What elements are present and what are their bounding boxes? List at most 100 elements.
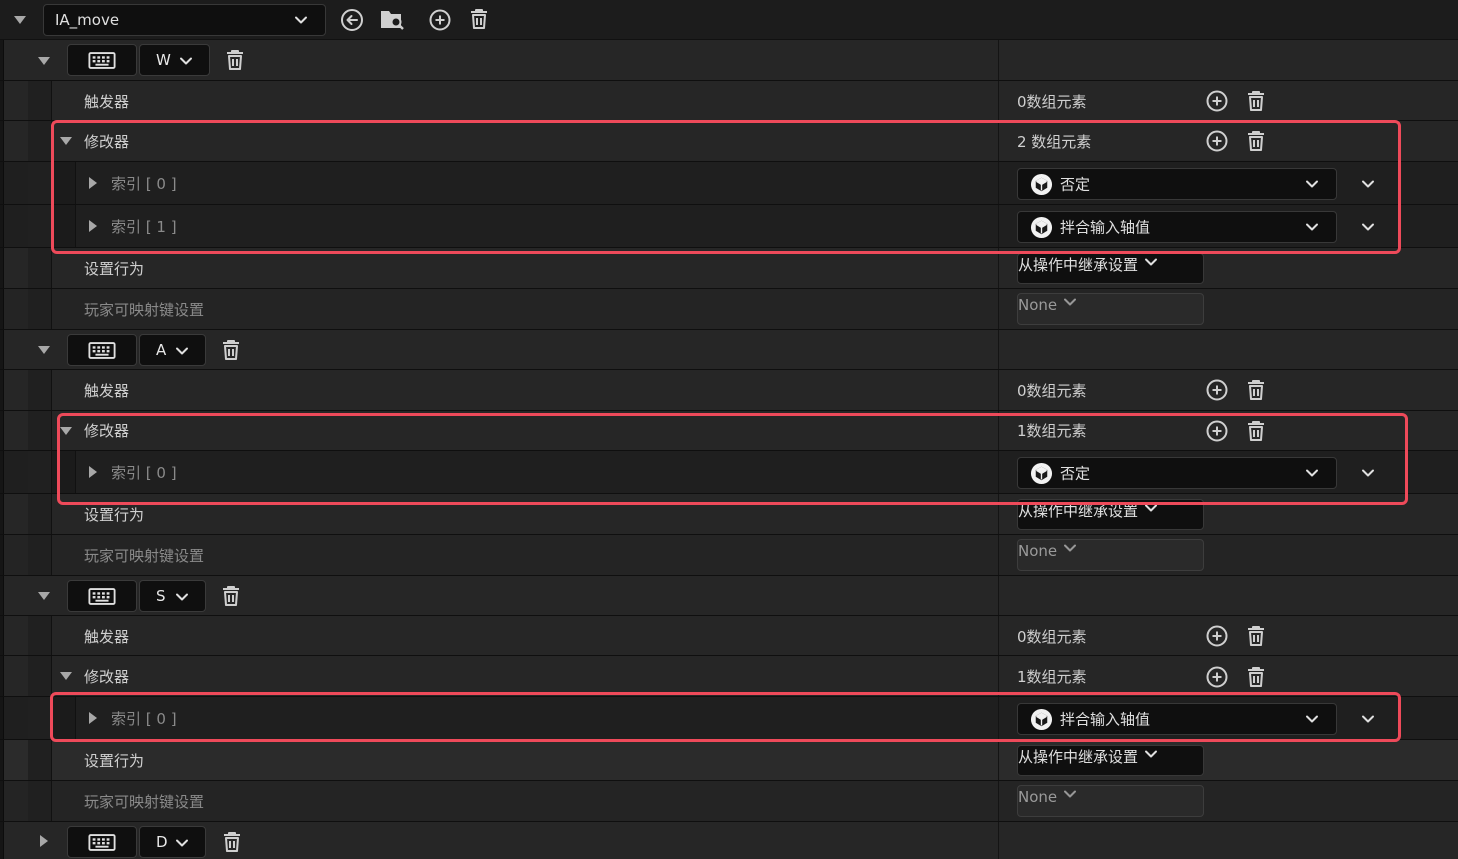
action-header-row: IA_move xyxy=(0,0,1458,40)
setting-behavior-value: 从操作中继承设置 xyxy=(1018,502,1139,520)
modifier-class-dropdown[interactable]: 拌合输入轴值 xyxy=(1017,703,1337,735)
setting-behavior-row: 设置行为 从操作中继承设置 xyxy=(0,494,1458,535)
key-capture-button[interactable] xyxy=(67,826,137,858)
cube-icon xyxy=(1030,462,1053,485)
modifiers-row: 修改器 1数组元素 xyxy=(0,411,1458,451)
add-modifier-icon[interactable] xyxy=(1205,129,1229,153)
cube-icon xyxy=(1030,708,1053,731)
expand-arrow-icon[interactable] xyxy=(60,427,72,435)
chevron-down-icon xyxy=(1143,254,1159,270)
key-select-dropdown[interactable]: A xyxy=(139,334,206,366)
browse-folder-icon[interactable] xyxy=(379,7,405,32)
setting-behavior-dropdown[interactable]: 从操作中继承设置 xyxy=(1017,499,1204,530)
delete-mapping-icon[interactable] xyxy=(220,829,244,855)
expand-arrow-icon[interactable] xyxy=(89,220,97,232)
setting-behavior-label: 设置行为 xyxy=(84,260,145,278)
modifier-index-label: 索引 [ 0 ] xyxy=(111,710,177,728)
chevron-down-icon xyxy=(1062,294,1078,310)
clear-triggers-icon[interactable] xyxy=(1244,89,1268,113)
collapse-arrow-icon[interactable] xyxy=(14,16,26,24)
delete-mapping-icon[interactable] xyxy=(219,337,243,363)
add-trigger-icon[interactable] xyxy=(1205,378,1229,402)
setting-behavior-dropdown[interactable]: 从操作中继承设置 xyxy=(1017,253,1204,284)
modifier-class-dropdown[interactable]: 否定 xyxy=(1017,457,1337,489)
key-capture-button[interactable] xyxy=(67,334,137,366)
triggers-count: 0数组元素 xyxy=(1017,628,1087,646)
add-trigger-icon[interactable] xyxy=(1205,624,1229,648)
modifier-index-label: 索引 [ 0 ] xyxy=(111,175,177,193)
setting-behavior-value: 从操作中继承设置 xyxy=(1018,256,1139,274)
chevron-down-icon xyxy=(1304,711,1320,727)
key-select-dropdown[interactable]: S xyxy=(139,580,206,612)
triggers-label: 触发器 xyxy=(84,382,130,400)
modifiers-row: 修改器 1数组元素 xyxy=(0,656,1458,697)
chevron-down-icon[interactable] xyxy=(1360,465,1376,481)
triggers-row: 触发器 0数组元素 xyxy=(0,616,1458,656)
mapping-header-w: W xyxy=(0,40,1458,81)
player-mappable-dropdown[interactable]: None xyxy=(1017,539,1204,571)
expand-arrow-icon[interactable] xyxy=(60,672,72,680)
player-mappable-value: None xyxy=(1018,542,1058,560)
clear-triggers-icon[interactable] xyxy=(1244,378,1268,402)
modifiers-label: 修改器 xyxy=(84,422,130,440)
key-select-dropdown[interactable]: D xyxy=(139,826,206,858)
expand-arrow-icon[interactable] xyxy=(38,592,50,600)
delete-mapping-icon[interactable] xyxy=(219,583,243,609)
cube-icon xyxy=(1030,173,1053,196)
keyboard-icon xyxy=(88,587,116,606)
input-action-dropdown[interactable]: IA_move xyxy=(43,4,326,36)
key-select-dropdown[interactable]: W xyxy=(139,44,210,76)
triggers-label: 触发器 xyxy=(84,93,130,111)
chevron-down-icon xyxy=(1143,746,1159,762)
player-mappable-dropdown[interactable]: None xyxy=(1017,785,1204,817)
modifier-class-name: 否定 xyxy=(1060,175,1091,194)
triggers-label: 触发器 xyxy=(84,628,130,646)
chevron-down-icon xyxy=(174,589,190,605)
modifier-index-label: 索引 [ 1 ] xyxy=(111,218,177,236)
player-mappable-dropdown[interactable]: None xyxy=(1017,293,1204,325)
expand-arrow-icon[interactable] xyxy=(89,177,97,189)
setting-behavior-row: 设置行为 从操作中继承设置 xyxy=(0,248,1458,289)
delete-action-icon[interactable] xyxy=(467,7,491,31)
delete-mapping-icon[interactable] xyxy=(223,47,247,73)
chevron-down-icon[interactable] xyxy=(1360,711,1376,727)
expand-arrow-icon[interactable] xyxy=(38,346,50,354)
expand-arrow-icon[interactable] xyxy=(89,466,97,478)
chevron-down-icon xyxy=(174,343,190,359)
triggers-count: 0数组元素 xyxy=(1017,382,1087,400)
add-modifier-icon[interactable] xyxy=(1205,665,1229,689)
keyboard-icon xyxy=(88,833,116,852)
modifier-class-dropdown[interactable]: 否定 xyxy=(1017,168,1337,200)
modifier-class-dropdown[interactable]: 拌合输入轴值 xyxy=(1017,211,1337,243)
clear-triggers-icon[interactable] xyxy=(1244,624,1268,648)
clear-modifiers-icon[interactable] xyxy=(1244,129,1268,153)
modifiers-row: 修改器 2 数组元素 xyxy=(0,121,1458,162)
key-capture-button[interactable] xyxy=(67,580,137,612)
keyboard-icon xyxy=(88,341,116,360)
clear-modifiers-icon[interactable] xyxy=(1244,665,1268,689)
triggers-row: 触发器 0数组元素 xyxy=(0,370,1458,411)
modifier-index-row: 索引 [ 0 ] 否定 xyxy=(0,451,1458,494)
expand-arrow-icon[interactable] xyxy=(38,57,50,65)
add-trigger-icon[interactable] xyxy=(1205,89,1229,113)
setting-behavior-row: 设置行为 从操作中继承设置 xyxy=(0,740,1458,781)
navigate-back-icon[interactable] xyxy=(340,8,364,32)
modifier-index-row: 索引 [ 0 ] 拌合输入轴值 xyxy=(0,697,1458,740)
add-mapping-icon[interactable] xyxy=(428,8,452,32)
chevron-down-icon xyxy=(293,12,309,28)
key-capture-button[interactable] xyxy=(67,44,137,76)
modifiers-count: 2 数组元素 xyxy=(1017,133,1092,151)
chevron-down-icon[interactable] xyxy=(1360,219,1376,235)
modifiers-count: 1数组元素 xyxy=(1017,668,1087,686)
expand-arrow-icon[interactable] xyxy=(40,835,48,847)
player-mappable-value: None xyxy=(1018,296,1058,314)
setting-behavior-dropdown[interactable]: 从操作中继承设置 xyxy=(1017,745,1204,776)
expand-arrow-icon[interactable] xyxy=(60,137,72,145)
chevron-down-icon xyxy=(1143,500,1159,516)
chevron-down-icon[interactable] xyxy=(1360,176,1376,192)
expand-arrow-icon[interactable] xyxy=(89,712,97,724)
add-modifier-icon[interactable] xyxy=(1205,419,1229,443)
player-mappable-value: None xyxy=(1018,788,1058,806)
clear-modifiers-icon[interactable] xyxy=(1244,419,1268,443)
player-mappable-label: 玩家可映射键设置 xyxy=(84,301,205,319)
